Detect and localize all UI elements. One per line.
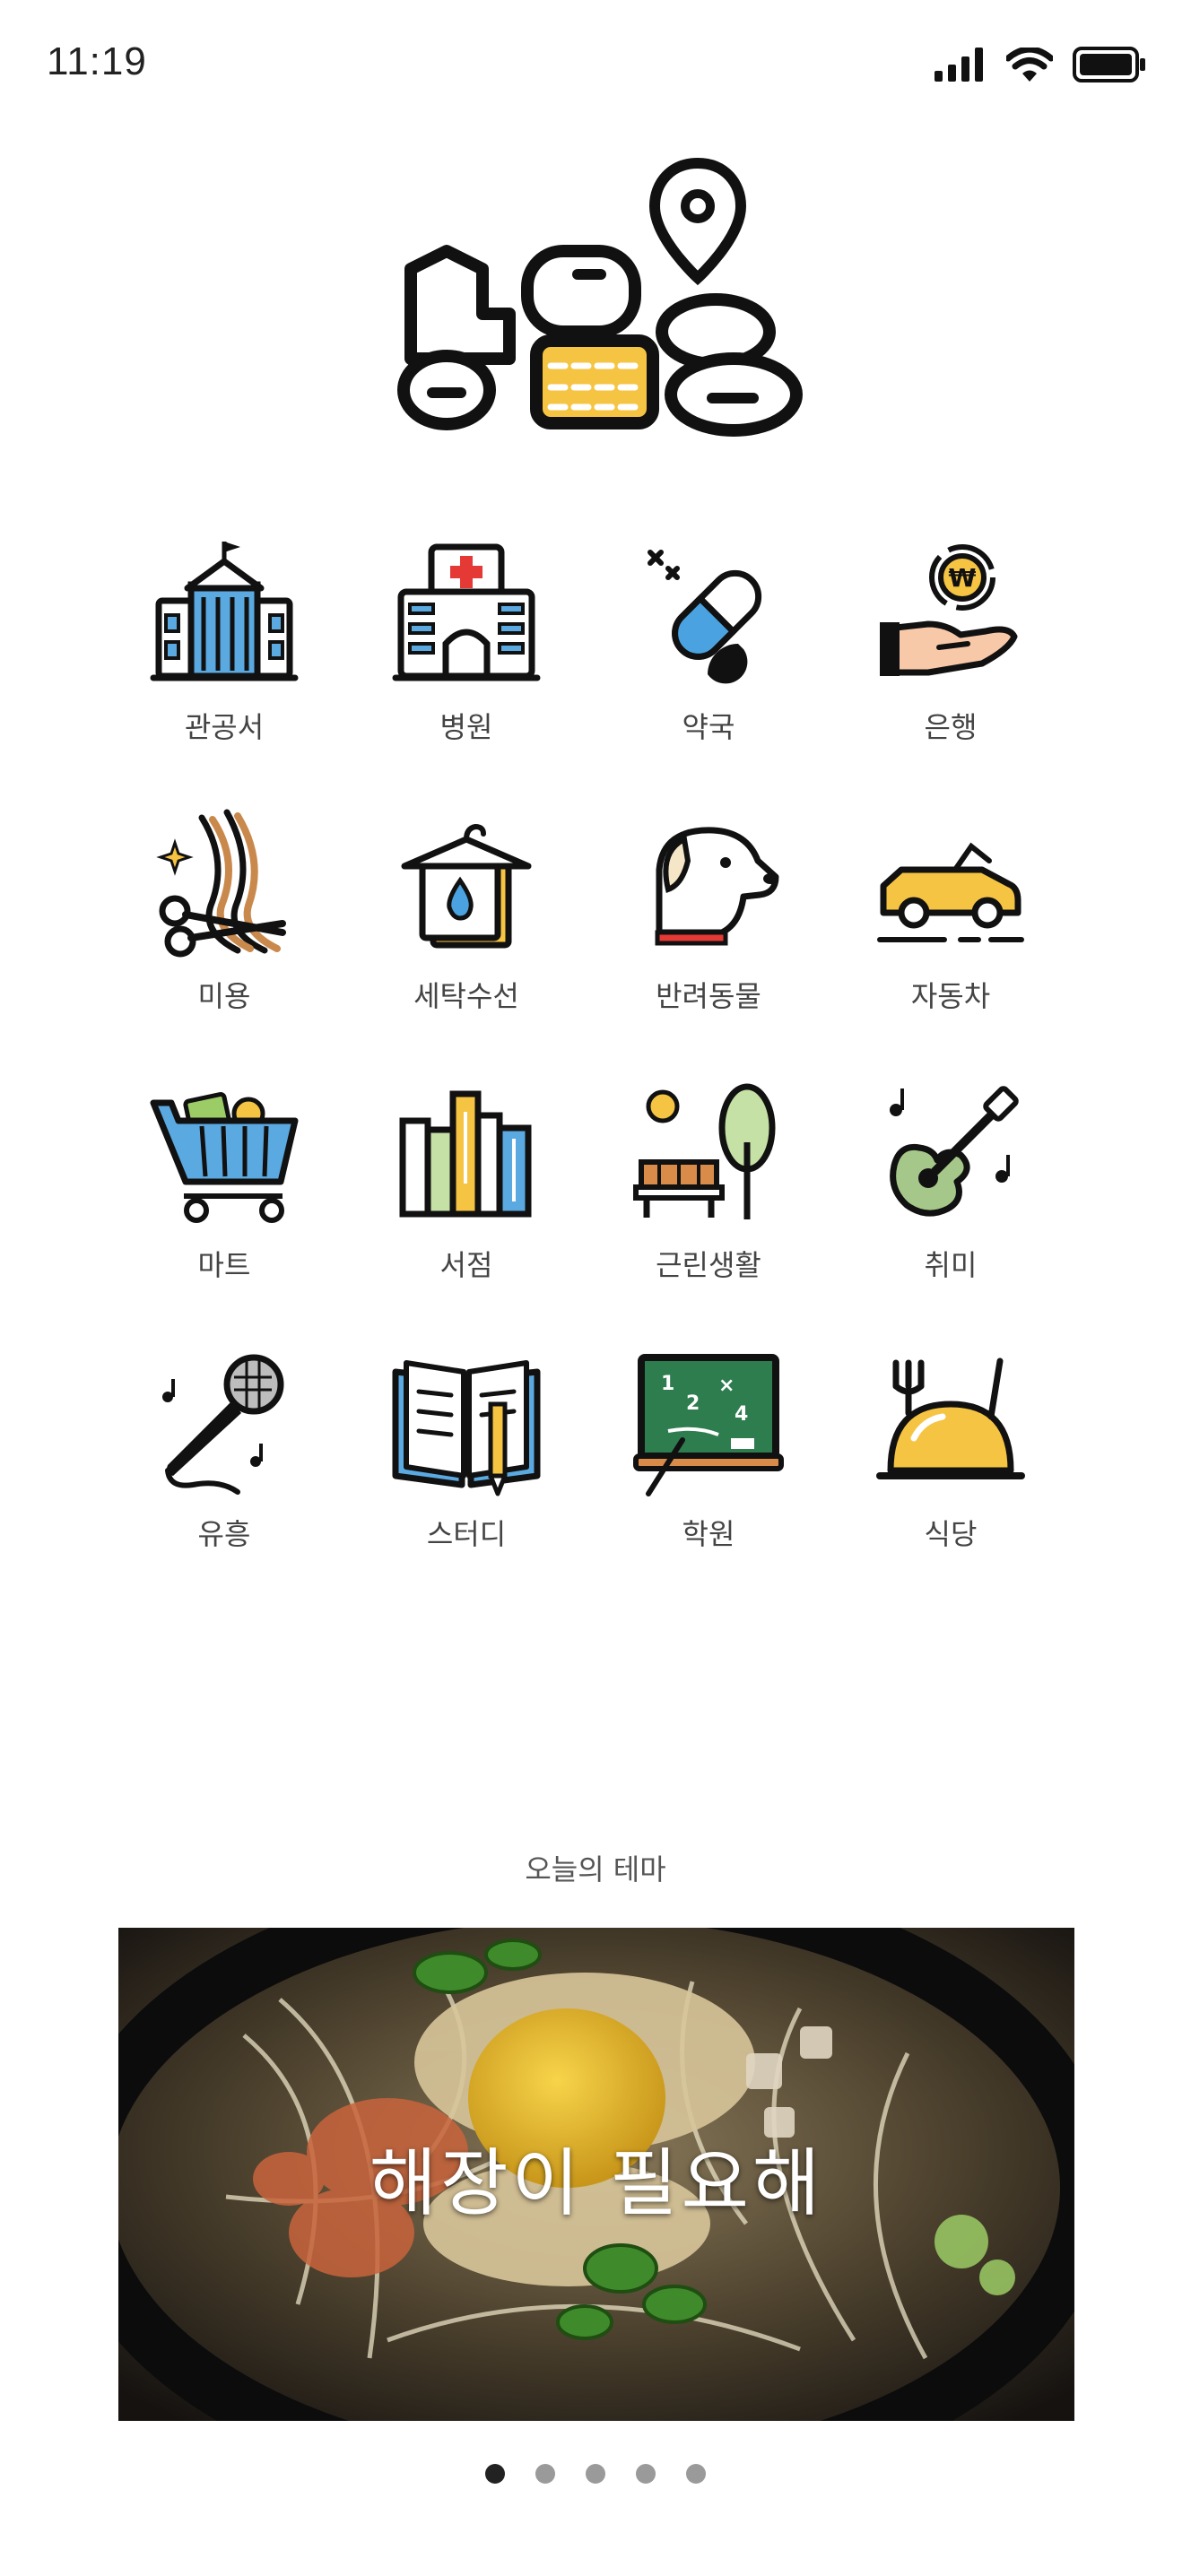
shopping-cart-icon xyxy=(150,1092,299,1223)
guitar-icon xyxy=(890,1086,1019,1217)
category-label: 병원 xyxy=(439,710,493,744)
theme-banner[interactable]: 해장이 필요해 xyxy=(118,1928,1074,2421)
category-beauty[interactable]: 미용 xyxy=(135,807,314,1040)
category-study[interactable]: 스터디 xyxy=(377,1345,556,1578)
category-label: 서점 xyxy=(439,1248,493,1282)
category-label: 마트 xyxy=(197,1248,251,1282)
park-bench-tree-icon xyxy=(633,1083,776,1219)
category-label: 자동차 xyxy=(910,979,991,1013)
category-bookstore[interactable]: 서점 xyxy=(377,1076,556,1309)
wifi-icon xyxy=(1006,48,1053,82)
app-logo xyxy=(375,152,823,448)
microphone-icon xyxy=(162,1354,284,1495)
category-bank[interactable]: ₩ 은행 xyxy=(861,538,1040,771)
category-label: 미용 xyxy=(197,979,251,1013)
category-hospital[interactable]: 병원 xyxy=(377,538,556,771)
category-car[interactable]: 자동차 xyxy=(861,807,1040,1040)
category-label: 취미 xyxy=(924,1248,978,1282)
category-pharmacy[interactable]: 약국 xyxy=(619,538,798,771)
category-mart[interactable]: 마트 xyxy=(135,1076,314,1309)
category-entertainment[interactable]: 유흥 xyxy=(135,1345,314,1578)
scissors-hair-icon xyxy=(156,809,286,958)
category-laundry[interactable]: 세탁수선 xyxy=(377,807,556,1040)
category-label: 은행 xyxy=(924,710,978,744)
category-label: 학원 xyxy=(682,1517,735,1551)
carousel-dot-3[interactable] xyxy=(586,2464,605,2484)
category-hobby[interactable]: 취미 xyxy=(861,1076,1040,1309)
svg-text:4: 4 xyxy=(735,1403,748,1426)
category-label: 스터디 xyxy=(426,1517,507,1551)
dog-icon xyxy=(655,827,779,946)
books-icon xyxy=(399,1090,532,1218)
category-label: 관공서 xyxy=(184,710,265,744)
category-label: 근린생활 xyxy=(656,1248,761,1282)
status-time: 11:19 xyxy=(47,39,147,83)
category-label: 유흥 xyxy=(197,1517,251,1551)
svg-text:×: × xyxy=(718,1375,735,1397)
category-restaurant[interactable]: 식당 xyxy=(861,1345,1040,1578)
hospital-icon xyxy=(392,543,541,681)
cloche-dish-icon xyxy=(876,1357,1025,1479)
battery-icon xyxy=(1073,47,1145,82)
coin-hand-icon: ₩ xyxy=(880,544,1018,676)
category-neighborhood[interactable]: 근린생활 xyxy=(619,1076,798,1309)
category-government[interactable]: 관공서 xyxy=(135,538,314,771)
theme-banner-title: 해장이 필요해 xyxy=(369,2141,824,2226)
car-icon xyxy=(877,842,1024,942)
status-icons xyxy=(935,47,1146,82)
category-academy[interactable]: 1 2 × 4 학원 xyxy=(619,1345,798,1578)
signal-icon xyxy=(935,48,983,82)
carousel-pagination xyxy=(0,2464,1191,2484)
pill-icon xyxy=(648,550,762,684)
theme-section-title: 오늘의 테마 xyxy=(525,1852,666,1886)
svg-text:2: 2 xyxy=(686,1392,700,1415)
category-pets[interactable]: 반려동물 xyxy=(619,807,798,1040)
carousel-dot-4[interactable] xyxy=(636,2464,656,2484)
laundry-hanger-icon xyxy=(401,823,532,949)
category-label: 세탁수선 xyxy=(413,979,519,1013)
category-label: 반려동물 xyxy=(656,979,761,1013)
government-building-icon xyxy=(150,542,299,681)
category-label: 약국 xyxy=(682,710,735,744)
open-book-pencil-icon xyxy=(392,1360,541,1496)
chalkboard-icon: 12 ×4 xyxy=(633,1354,784,1496)
location-pin-logo-icon xyxy=(397,157,803,437)
carousel-dot-5[interactable] xyxy=(686,2464,706,2484)
svg-text:₩: ₩ xyxy=(949,563,977,593)
category-label: 식당 xyxy=(924,1517,978,1551)
svg-text:1: 1 xyxy=(661,1373,674,1395)
carousel-dot-1[interactable] xyxy=(485,2464,505,2484)
carousel-dot-2[interactable] xyxy=(535,2464,555,2484)
